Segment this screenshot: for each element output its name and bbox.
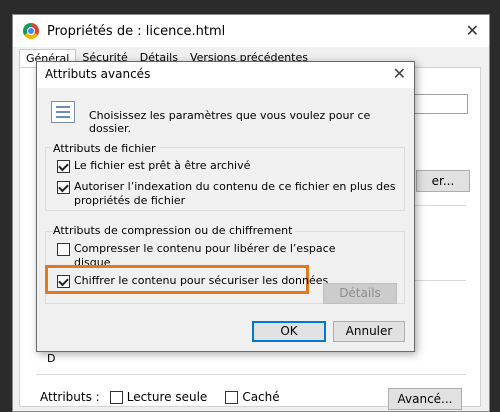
settings-list-icon <box>51 101 75 123</box>
encrypt-label: Chiffrer le contenu pour sécuriser les d… <box>74 274 329 287</box>
compress-checkbox[interactable] <box>57 243 70 256</box>
indexing-checkbox[interactable] <box>57 181 70 194</box>
close-icon[interactable]: ✕ <box>393 64 406 83</box>
indexing-option[interactable]: Autoriser l’indexation du contenu de ce … <box>57 180 396 208</box>
compression-encryption-label: Attributs de compression ou de chiffreme… <box>53 224 296 237</box>
dialog-titlebar: Attributs avancés ✕ <box>37 62 414 88</box>
encrypt-checkbox[interactable] <box>57 275 70 288</box>
attributes-row: Attributs : Lecture seule Caché <box>40 390 288 404</box>
archive-label: Le fichier est prêt à être archivé <box>74 159 251 172</box>
hidden-label: Caché <box>242 390 280 404</box>
archive-checkbox[interactable] <box>57 160 70 173</box>
read-only-label: Lecture seule <box>126 390 208 404</box>
dialog-intro-text: Choisissez les paramètres que vous voule… <box>89 109 371 135</box>
hidden-checkbox[interactable] <box>225 390 239 404</box>
properties-title: Propriétés de : licence.html <box>47 23 226 39</box>
properties-titlebar: Propriétés de : licence.html <box>13 15 489 47</box>
chrome-icon <box>23 23 39 39</box>
dialog-title: Attributs avancés <box>45 67 151 81</box>
advanced-attributes-dialog: Attributs avancés ✕ Choisissez les param… <box>36 61 415 352</box>
ok-button[interactable]: OK <box>252 321 326 342</box>
attributes-label: Attributs : <box>40 390 100 404</box>
encrypt-option[interactable]: Chiffrer le contenu pour sécuriser les d… <box>57 274 328 288</box>
details-button[interactable]: Détails <box>323 283 397 304</box>
indexing-label: Autoriser l’indexation du contenu de ce … <box>74 180 396 207</box>
divider <box>36 374 466 375</box>
label-fragment: D <box>47 352 56 365</box>
cancel-button[interactable]: Annuler <box>333 321 405 342</box>
archive-option[interactable]: Le fichier est prêt à être archivé <box>57 159 250 173</box>
advanced-button[interactable]: Avancé... <box>388 388 462 410</box>
change-button[interactable]: er... <box>416 170 470 192</box>
read-only-checkbox[interactable] <box>109 390 123 404</box>
hidden-option[interactable]: Caché <box>225 390 280 404</box>
read-only-option[interactable]: Lecture seule <box>109 390 208 404</box>
close-icon[interactable]: ✕ <box>466 21 479 40</box>
file-attributes-label: Attributs de fichier <box>53 142 159 155</box>
